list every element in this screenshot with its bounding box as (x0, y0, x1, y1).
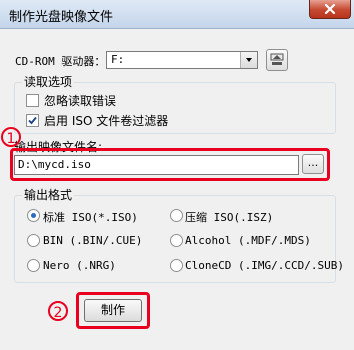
format-label-iso: 标准 ISO(*.ISO) (43, 211, 138, 224)
drive-label: CD-ROM 驱动器： (15, 55, 106, 68)
ignore-errors-label: 忽略读取错误 (44, 94, 117, 108)
format-label-nero: Nero (.NRG) (43, 259, 116, 272)
format-radio-alcohol[interactable] (170, 234, 183, 247)
step-callout-1: 1 (1, 127, 21, 147)
eject-button[interactable] (266, 49, 288, 71)
format-radio-iso[interactable] (27, 209, 40, 222)
ignore-errors-checkbox[interactable] (26, 94, 39, 107)
chevron-down-icon (246, 58, 252, 62)
title-bar: 制作光盘映像文件 (0, 0, 354, 29)
close-icon (324, 3, 336, 15)
format-radio-isz[interactable] (170, 209, 183, 222)
read-options-title: 读取选项 (22, 73, 75, 90)
output-format-title: 输出格式 (22, 186, 75, 203)
format-radio-clonecd[interactable] (170, 259, 183, 272)
close-button[interactable] (309, 0, 351, 19)
drive-select[interactable]: F: (106, 51, 258, 69)
iso-filter-label: 启用 ISO 文件卷过滤器 (44, 114, 169, 128)
drive-select-value: F: (111, 53, 125, 66)
window-title: 制作光盘映像文件 (9, 10, 114, 25)
dropdown-arrow[interactable] (240, 52, 257, 68)
format-label-bin: BIN (.BIN/.CUE) (43, 234, 143, 247)
format-radio-nero[interactable] (27, 259, 40, 272)
eject-icon (270, 53, 284, 65)
format-label-clonecd: CloneCD (.IMG/.CCD/.SUB) (185, 259, 344, 272)
format-radio-bin[interactable] (27, 234, 40, 247)
checkmark-icon (28, 116, 37, 125)
format-label-alcohol: Alcohol (.MDF/.MDS) (185, 234, 311, 247)
highlight-box-output (10, 148, 330, 181)
iso-filter-checkbox[interactable] (26, 114, 39, 127)
format-label-isz: 压缩 ISO(.ISZ) (185, 211, 274, 224)
highlight-box-make (76, 292, 150, 329)
step-callout-2: 2 (48, 301, 68, 321)
